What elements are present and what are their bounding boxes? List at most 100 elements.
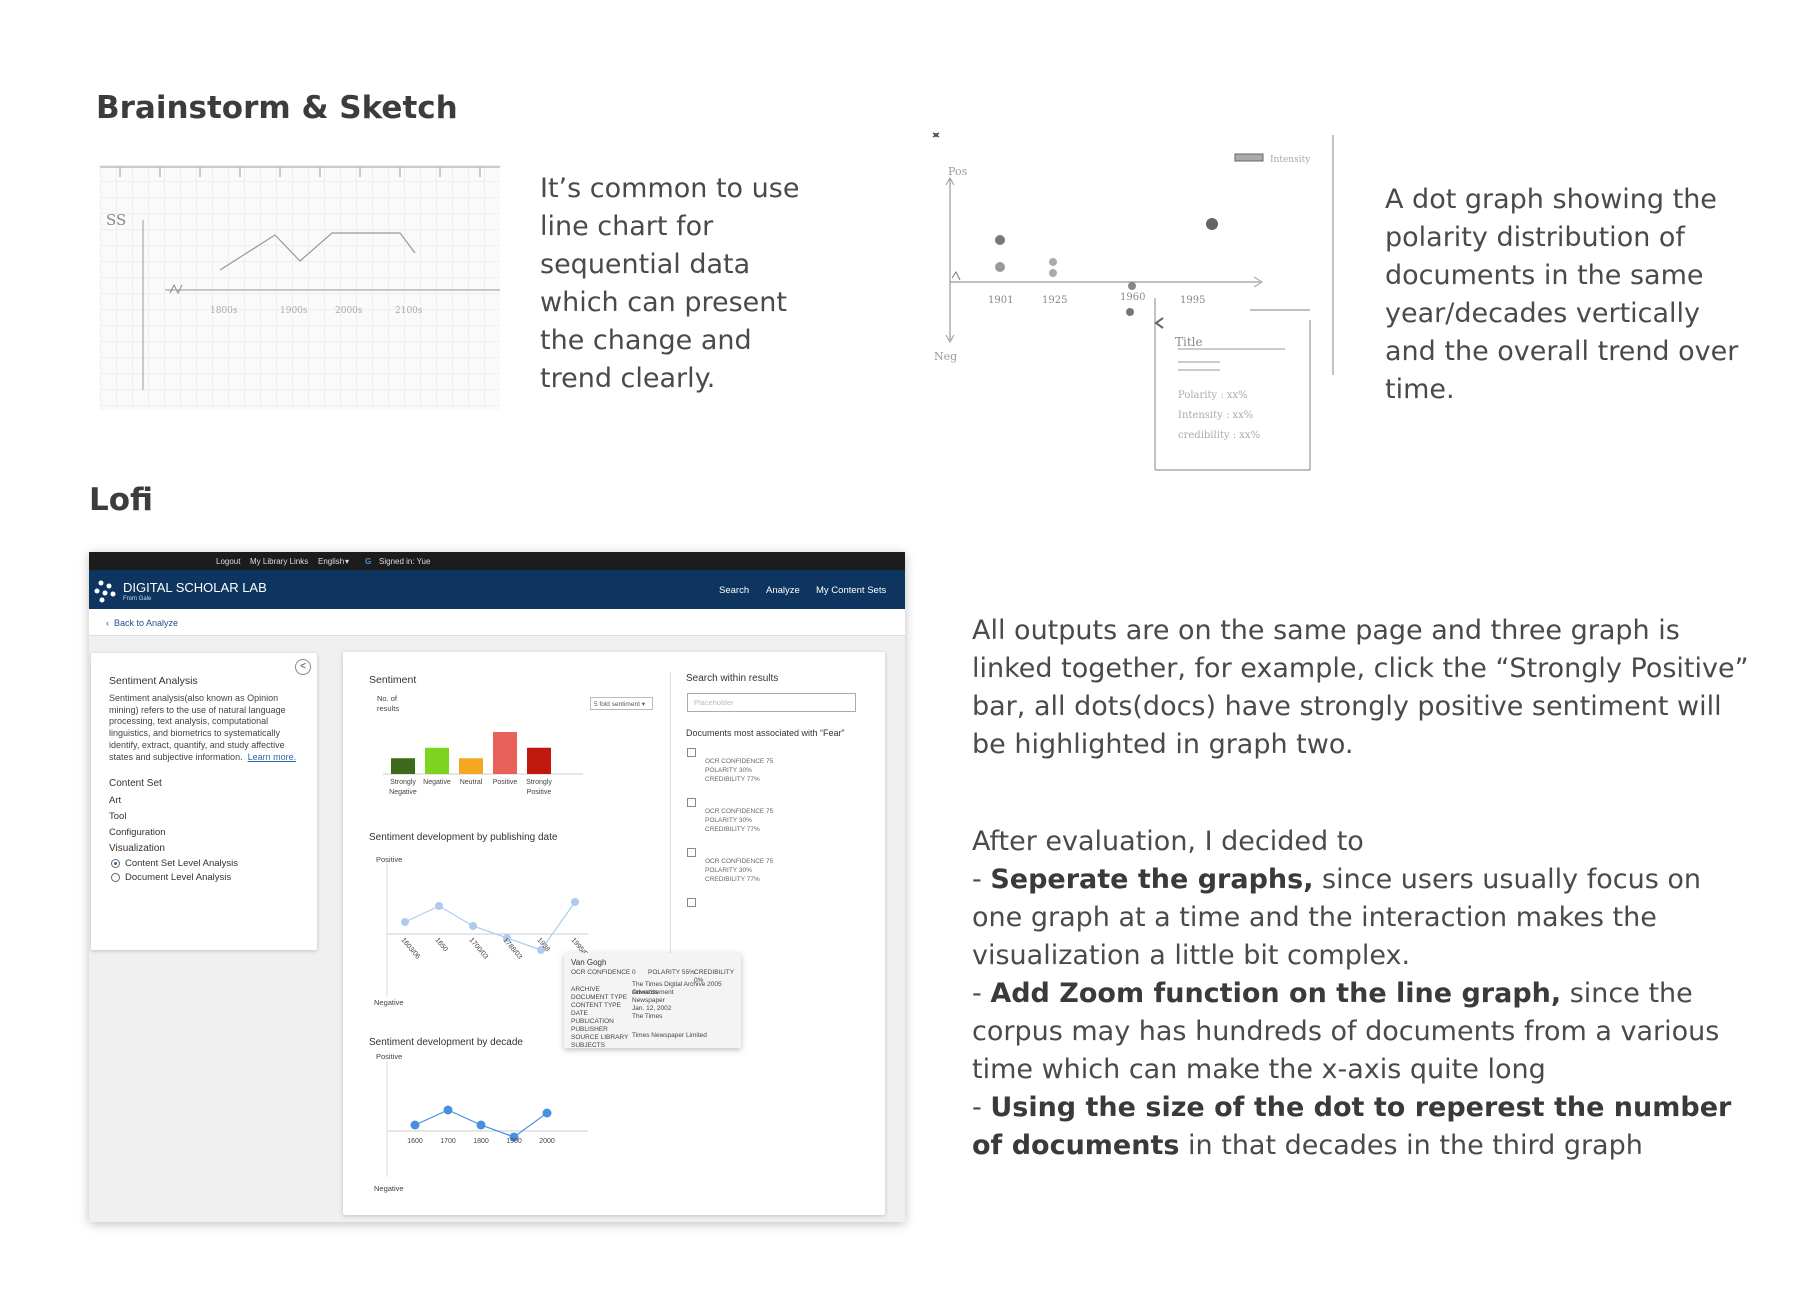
chevron-down-icon: ▾ (345, 557, 350, 566)
doc-ocr: OCR CONFIDENCE 75 (705, 808, 774, 815)
sketch2-card-line: Polarity : xx% (1178, 390, 1248, 401)
doc-credibility: CREDIBILITY 77% (705, 876, 760, 883)
bar-category-label: Negative (423, 779, 451, 786)
data-point[interactable] (443, 1105, 453, 1115)
panel-description: Sentiment analysis(also known as Opinion… (109, 693, 304, 763)
select-value: 5 fold sentiment (594, 701, 640, 708)
sketch2-x-label: 1960 (1120, 292, 1145, 303)
sentiment-chart-title: Sentiment (369, 674, 417, 686)
panel-item[interactable]: Visualization (109, 843, 165, 854)
data-point[interactable] (542, 1108, 552, 1118)
sketch-dot (1049, 269, 1057, 277)
search-title: Search within results (686, 673, 779, 684)
document-meta: OCR CONFIDENCE 75 POLARITY 30% CREDIBILI… (705, 857, 805, 884)
top-utility-bar: Logout My Library Links English ▾ G Sign… (89, 552, 905, 570)
line-chart-sketch: SS 1800s 1900s 2000s 2100s (100, 165, 500, 410)
google-icon: G (365, 557, 372, 566)
sentiment-info-panel: < Sentiment Analysis Sentiment analysis(… (91, 653, 317, 950)
panel-item[interactable]: Content Set (109, 778, 162, 789)
sentiment-by-decade-chart: 1600 1700 1800 1900 2000 (386, 1062, 588, 1177)
tooltip-value: Newspaper (632, 997, 665, 1004)
line-chart-sketch-drawing: SS 1800s 1900s 2000s 2100s (100, 165, 500, 410)
x-tick-label: 1603/06 (399, 937, 421, 961)
document-checkbox[interactable] (687, 798, 696, 807)
data-point[interactable] (469, 922, 477, 930)
dot-graph-description: A dot graph showing the polarity distrib… (1385, 184, 1739, 405)
lofi-heading: Lofi (89, 482, 154, 518)
sentiment-bar[interactable] (391, 758, 415, 774)
tooltip-field: PUBLICATION (571, 1018, 614, 1025)
bar-category-label: Positive (493, 779, 518, 786)
evaluation-notes: After evaluation, I decided to - Seperat… (972, 823, 1752, 1165)
sketch2-legend: Intensity (1270, 155, 1311, 165)
evaluation-point-bold: Seperate the graphs, (990, 864, 1314, 895)
brainstorm-heading: Brainstorm & Sketch (96, 90, 458, 126)
document-checkbox[interactable] (687, 898, 696, 907)
bar-category-label: Strongly (390, 779, 416, 786)
tooltip-value: Times Newspaper Limited (632, 1032, 707, 1039)
data-point[interactable] (571, 898, 579, 906)
data-point[interactable] (410, 1120, 420, 1130)
tooltip-field: CONTENT TYPE (571, 1002, 621, 1009)
back-to-analyze-link[interactable]: ‹ Back to Analyze (106, 618, 178, 628)
doc-ocr: OCR CONFIDENCE 75 (705, 758, 774, 765)
panel-title: Sentiment Analysis (109, 675, 198, 687)
learn-more-link[interactable]: Learn more. (248, 752, 297, 762)
bar-category-label: Neutral (460, 779, 483, 786)
document-tooltip: Van Gogh OCR CONFIDENCE 0 POLARITY 55% C… (564, 953, 741, 1049)
data-point[interactable] (435, 902, 443, 910)
sentiment-bar[interactable] (493, 732, 517, 774)
tooltip-field: SUBJECTS (571, 1042, 605, 1049)
docs-title: Documents most associated with “Fear” (686, 728, 845, 738)
panel-item[interactable]: Configuration (109, 827, 166, 838)
data-point[interactable] (401, 918, 409, 926)
evaluation-intro: After evaluation, I decided to (972, 826, 1364, 857)
panel-item[interactable]: Tool (109, 811, 126, 822)
tooltip-title: Van Gogh (571, 958, 607, 967)
tooltip-field: DOCUMENT TYPE (571, 994, 628, 1001)
data-point[interactable] (476, 1120, 486, 1130)
sketch-dot (995, 235, 1005, 245)
nav-my-content-sets[interactable]: My Content Sets (816, 585, 886, 596)
sentiment-bar[interactable] (459, 758, 483, 774)
search-results-input[interactable]: Placeholder (687, 693, 856, 712)
sentiment-bar-chart: Strongly Negative Negative Neutral Positive S… (383, 732, 583, 796)
sketch1-x-label: 2000s (335, 306, 363, 316)
document-meta: OCR CONFIDENCE 75 POLARITY 30% CREDIBILI… (705, 807, 805, 834)
doc-credibility: CREDIBILITY 77% (705, 776, 760, 783)
x-tick-label: 1700/03 (467, 937, 489, 961)
signed-in-label: Signed in: Yue (379, 557, 431, 566)
logout-link[interactable]: Logout (216, 557, 240, 566)
sketch-dot (995, 262, 1005, 272)
sentiment-fold-select[interactable]: 5 fold sentiment ▾ (590, 697, 653, 710)
brand-name: DIGITAL SCHOLAR LAB (123, 580, 267, 595)
bar-category-label: Positive (527, 789, 552, 796)
decade-chart-title: Sentiment development by decade (369, 1037, 523, 1048)
document-meta: OCR CONFIDENCE 75 POLARITY 30% CREDIBILI… (705, 757, 805, 784)
library-links[interactable]: My Library Links (250, 557, 308, 566)
document-level-radio[interactable] (111, 873, 120, 882)
evaluation-point: - Add Zoom function on the line graph, s… (972, 978, 1720, 1085)
date-chart-title: Sentiment development by publishing date (369, 832, 558, 843)
nav-search[interactable]: Search (719, 585, 749, 596)
intensity-legend-swatch (1234, 153, 1264, 162)
sentiment-bar[interactable] (527, 747, 551, 774)
collapse-panel-button[interactable]: < (295, 659, 311, 675)
sentiment-bar[interactable] (425, 747, 449, 774)
nav-analyze[interactable]: Analyze (766, 585, 800, 596)
document-checkbox[interactable] (687, 748, 696, 757)
language-select[interactable]: English (318, 557, 344, 566)
series-line (404, 901, 576, 951)
dot-graph-sketch-drawing: Pos Neg Intensity 1901 1925 1960 1995 Ti… (932, 132, 1334, 471)
sketch2-pos-label: Pos (948, 165, 968, 178)
sketch1-x-label: 2100s (395, 306, 423, 316)
sketch2-x-label: 1901 (988, 295, 1013, 306)
sketch2-card-title: Title (1175, 335, 1203, 349)
tooltip-value: The Times (632, 1013, 663, 1020)
sketch2-x-label: 1925 (1042, 295, 1067, 306)
dot-graph-sketch: Pos Neg Intensity 1901 1925 1960 1995 Ti… (920, 130, 1340, 480)
sketch2-neg-label: Neg (934, 350, 957, 363)
panel-item[interactable]: Art (109, 795, 121, 806)
document-checkbox[interactable] (687, 848, 696, 857)
content-set-level-radio[interactable] (111, 859, 120, 868)
